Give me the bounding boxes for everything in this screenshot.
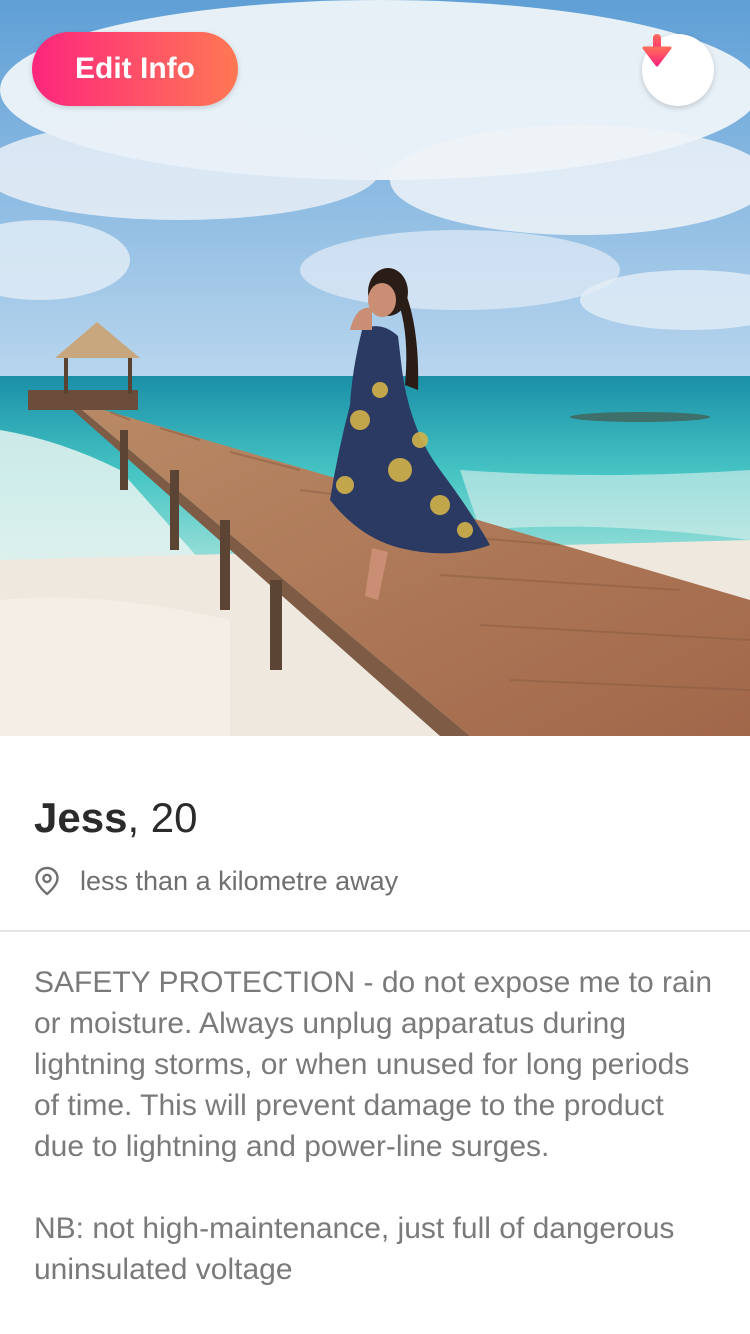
- distance-text: less than a kilometre away: [80, 865, 399, 896]
- location-pin-icon: [35, 866, 59, 896]
- bio-paragraph: NB: not high-maintenance, just full of d…: [34, 1212, 675, 1286]
- beach-pier-photo: [0, 0, 750, 736]
- arrow-down-icon: [642, 34, 672, 67]
- profile-info: Jess, 20 less than a kilometre away: [0, 794, 750, 898]
- bio-paragraph: SAFETY PROTECTION - do not expose me to …: [34, 966, 713, 1163]
- profile-distance: less than a kilometre away: [34, 864, 716, 898]
- collapse-profile-button[interactable]: [642, 34, 714, 106]
- name-age-separator: ,: [127, 794, 151, 841]
- edit-info-button[interactable]: Edit Info: [32, 32, 238, 106]
- profile-name: Jess: [34, 794, 128, 841]
- profile-photo[interactable]: Edit Info: [0, 0, 750, 736]
- profile-bio: SAFETY PROTECTION - do not expose me to …: [0, 932, 750, 1290]
- profile-age: 20: [150, 794, 198, 841]
- profile-name-age: Jess, 20: [34, 794, 716, 842]
